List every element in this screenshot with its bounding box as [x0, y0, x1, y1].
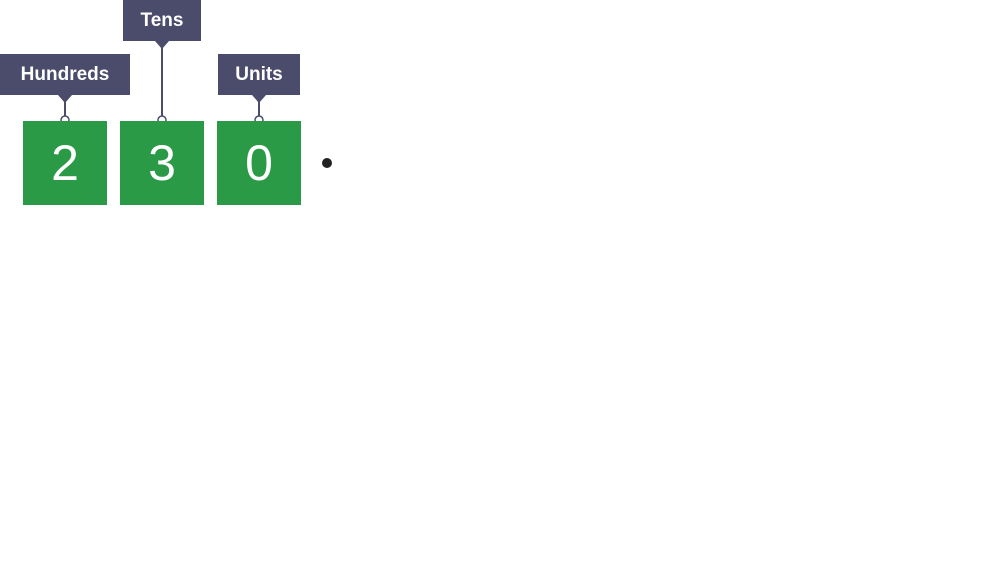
units-label: Units	[218, 54, 300, 95]
hundreds-label: Hundreds	[0, 54, 130, 95]
connector-lines	[58, 41, 266, 125]
tens-label: Tens	[123, 0, 201, 41]
decimal-point	[322, 158, 332, 168]
tens-digit-box: 3	[120, 121, 204, 205]
hundreds-digit-box: 2	[23, 121, 107, 205]
units-digit-box: 0	[217, 121, 301, 205]
